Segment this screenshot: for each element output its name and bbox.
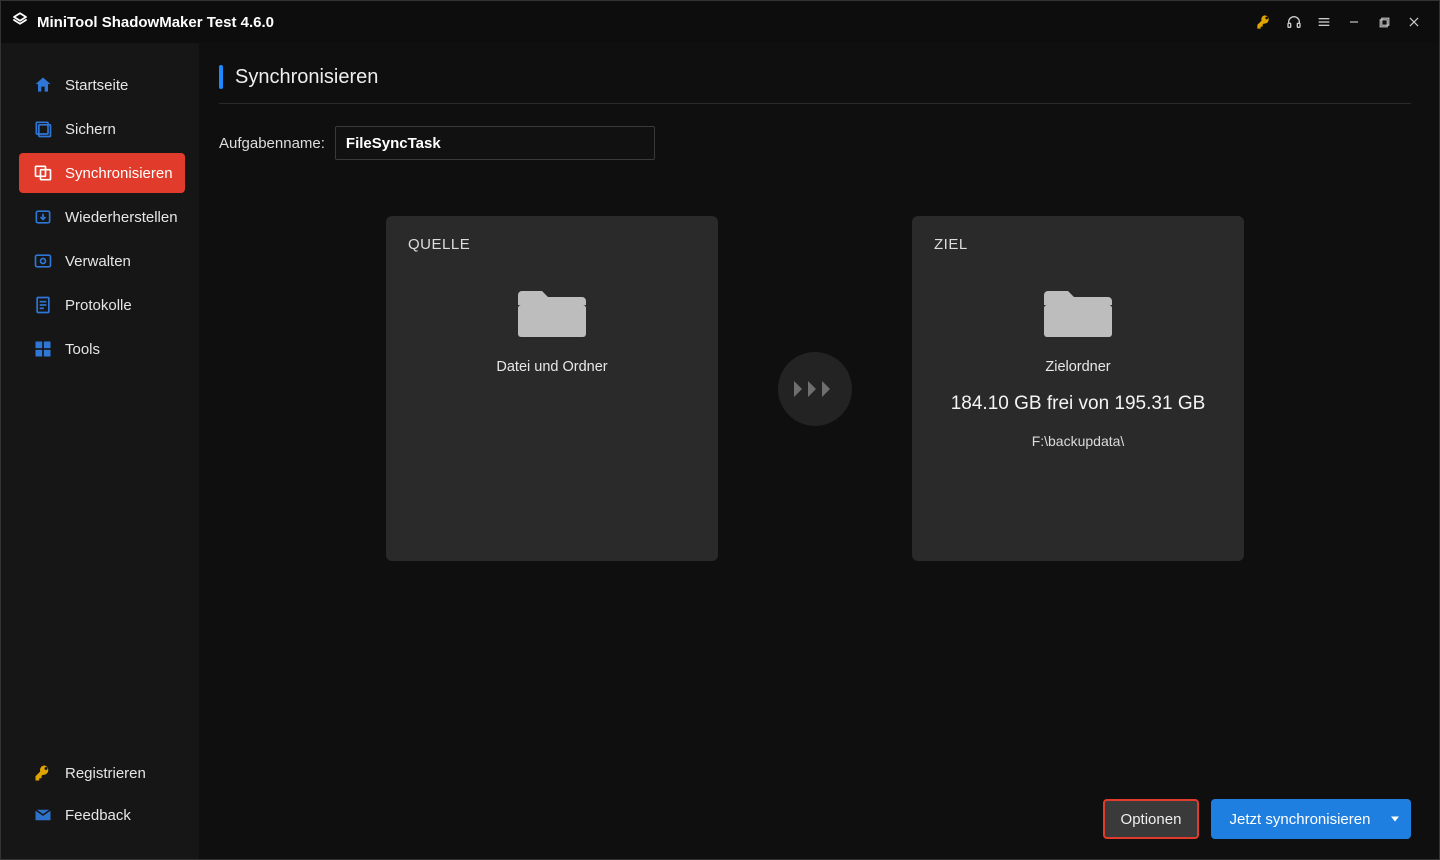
manage-icon xyxy=(33,251,53,271)
sidebar-item-label: Protokolle xyxy=(65,297,132,314)
target-panel-title: ZIEL xyxy=(934,236,1222,253)
sidebar-item-startseite[interactable]: Startseite xyxy=(19,65,185,105)
target-panel[interactable]: ZIEL Zielordner 184.10 GB frei von 195.3… xyxy=(912,216,1244,561)
window-maximize-button[interactable] xyxy=(1369,7,1399,37)
logs-icon xyxy=(33,295,53,315)
sidebar-item-label: Startseite xyxy=(65,77,128,94)
source-line1: Datei und Ordner xyxy=(496,359,607,375)
page-title: Synchronisieren xyxy=(235,66,378,89)
chevron-down-icon xyxy=(1391,817,1399,822)
titlebar: MiniTool ShadowMaker Test 4.6.0 xyxy=(1,1,1439,43)
folder-icon xyxy=(1042,281,1114,341)
titlebar-headset-icon[interactable] xyxy=(1279,7,1309,37)
backup-icon xyxy=(33,119,53,139)
home-icon xyxy=(33,75,53,95)
window-close-button[interactable] xyxy=(1399,7,1429,37)
task-name-input[interactable] xyxy=(335,126,655,160)
page-accent xyxy=(219,65,223,89)
sidebar-item-label: Wiederherstellen xyxy=(65,209,178,226)
task-name-row: Aufgabenname: xyxy=(219,126,1411,160)
sidebar-item-label: Sichern xyxy=(65,121,116,138)
sync-icon xyxy=(33,163,53,183)
key-icon xyxy=(33,763,53,783)
sync-arrow-icon xyxy=(778,352,852,426)
sidebar-item-tools[interactable]: Tools xyxy=(19,329,185,369)
main-content: Synchronisieren Aufgabenname: QUELLE Dat… xyxy=(199,43,1439,859)
panels-row: QUELLE Datei und Ordner ZIEL xyxy=(219,216,1411,561)
target-line3: F:\backupdata\ xyxy=(1032,433,1125,449)
sidebar-item-synchronisieren[interactable]: Synchronisieren xyxy=(19,153,185,193)
sidebar-register-label: Registrieren xyxy=(65,765,146,782)
sync-now-button-label: Jetzt synchronisieren xyxy=(1230,811,1371,828)
folder-icon xyxy=(516,281,588,341)
app-logo-icon xyxy=(11,11,29,34)
mail-icon xyxy=(33,805,53,825)
app-window: MiniTool ShadowMaker Test 4.6.0 xyxy=(0,0,1440,860)
app-title: MiniTool ShadowMaker Test 4.6.0 xyxy=(37,14,274,31)
sidebar-item-label: Synchronisieren xyxy=(65,165,173,182)
sidebar-item-label: Tools xyxy=(65,341,100,358)
options-button-label: Optionen xyxy=(1121,811,1182,828)
sidebar-item-protokolle[interactable]: Protokolle xyxy=(19,285,185,325)
restore-icon xyxy=(33,207,53,227)
sidebar-feedback-label: Feedback xyxy=(65,807,131,824)
options-button[interactable]: Optionen xyxy=(1103,799,1199,839)
task-name-label: Aufgabenname: xyxy=(219,135,325,152)
target-line2: 184.10 GB frei von 195.31 GB xyxy=(951,393,1206,415)
source-panel-title: QUELLE xyxy=(408,236,696,253)
titlebar-menu-icon[interactable] xyxy=(1309,7,1339,37)
titlebar-key-icon[interactable] xyxy=(1249,7,1279,37)
window-minimize-button[interactable] xyxy=(1339,7,1369,37)
sidebar-item-sichern[interactable]: Sichern xyxy=(19,109,185,149)
sidebar-register[interactable]: Registrieren xyxy=(19,753,185,793)
app-title-wrap: MiniTool ShadowMaker Test 4.6.0 xyxy=(11,11,274,34)
tools-icon xyxy=(33,339,53,359)
sidebar-item-label: Verwalten xyxy=(65,253,131,270)
sidebar-item-verwalten[interactable]: Verwalten xyxy=(19,241,185,281)
sync-now-button[interactable]: Jetzt synchronisieren xyxy=(1211,799,1411,839)
target-line1: Zielordner xyxy=(1045,359,1110,375)
sidebar-item-wiederherstellen[interactable]: Wiederherstellen xyxy=(19,197,185,237)
page-header: Synchronisieren xyxy=(219,65,1411,104)
sidebar-feedback[interactable]: Feedback xyxy=(19,795,185,835)
source-panel[interactable]: QUELLE Datei und Ordner xyxy=(386,216,718,561)
action-bar: Optionen Jetzt synchronisieren xyxy=(1103,799,1411,839)
sidebar: Startseite Sichern Synchronisieren xyxy=(1,43,199,859)
